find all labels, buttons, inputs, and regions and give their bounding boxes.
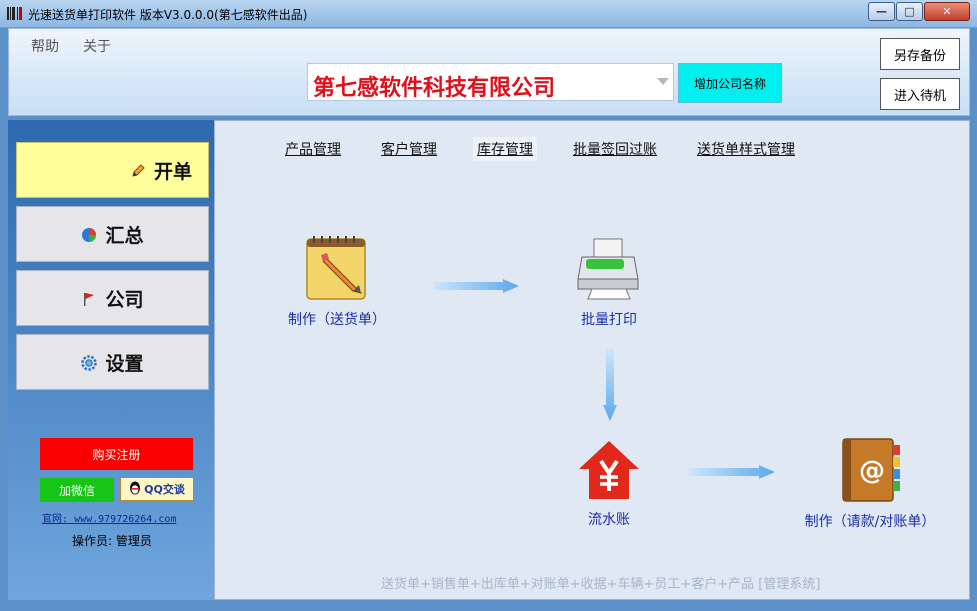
- buy-register-button[interactable]: 购买注册: [40, 438, 193, 470]
- sidebar-item-summary[interactable]: 汇总: [16, 206, 209, 262]
- app-barcode-icon: [7, 7, 23, 20]
- notepad-pencil-icon: [306, 236, 366, 300]
- menu-help[interactable]: 帮助: [31, 36, 59, 56]
- title-bar: 光速送货单打印软件 版本V3.0.0.0(第七感软件出品) — □ ✕: [0, 0, 977, 28]
- flow-batch-print[interactable]: 批量打印: [559, 235, 659, 329]
- tab-customer-management[interactable]: 客户管理: [377, 137, 441, 161]
- address-book-icon: @: [842, 438, 900, 502]
- flag-icon: [81, 290, 97, 306]
- sidebar-item-label: 设置: [105, 352, 144, 375]
- save-backup-button[interactable]: 另存备份: [880, 38, 960, 70]
- window-title: 光速送货单打印软件 版本V3.0.0.0(第七感软件出品): [28, 8, 308, 22]
- arrow-down-icon: [603, 349, 617, 421]
- flow-make-delivery[interactable]: 制作（送货单）: [277, 235, 397, 329]
- menu-bar: 帮助 关于: [31, 36, 111, 56]
- operator-label: 操作员: 管理员: [72, 534, 152, 548]
- house-yen-icon: [579, 441, 639, 499]
- website-label: 官网:: [42, 514, 69, 525]
- flow-ledger-label: 流水账: [588, 512, 630, 528]
- flow-batch-print-label: 批量打印: [581, 312, 637, 328]
- tab-batch-signback[interactable]: 批量签回过账: [569, 137, 661, 161]
- pie-chart-icon: [81, 226, 97, 242]
- company-name-value: 第七感软件科技有限公司: [313, 76, 556, 101]
- flow-make-delivery-label: 制作（送货单）: [288, 312, 386, 328]
- main-panel: 产品管理 客户管理 库存管理 批量签回过账 送货单样式管理 制作（送货单） 批量…: [214, 120, 970, 600]
- pencil-icon: [130, 162, 146, 178]
- flow-make-invoice-label: 制作（请款/对账单）: [804, 514, 936, 530]
- website-link[interactable]: 官网: www.979726264.com: [42, 510, 176, 525]
- maximize-button[interactable]: □: [896, 2, 923, 21]
- qq-chat-label: QQ交谈: [144, 483, 185, 496]
- sidebar-item-label: 公司: [105, 288, 144, 311]
- qq-chat-button[interactable]: QQ交谈: [120, 477, 194, 501]
- add-company-button[interactable]: 增加公司名称: [678, 63, 782, 103]
- header-band: 帮助 关于 第七感软件科技有限公司 增加公司名称 另存备份 进入待机: [8, 28, 970, 116]
- minimize-button[interactable]: —: [868, 2, 895, 21]
- sidebar-item-label: 汇总: [105, 224, 144, 247]
- qq-penguin-icon: [129, 481, 141, 498]
- add-wechat-button[interactable]: 加微信: [40, 478, 114, 502]
- sidebar-item-label: 开单: [153, 160, 192, 183]
- sidebar-item-settings[interactable]: 设置: [16, 334, 209, 390]
- chevron-down-icon[interactable]: [657, 78, 669, 85]
- menu-about[interactable]: 关于: [83, 36, 111, 56]
- close-button[interactable]: ✕: [924, 2, 970, 21]
- standby-button[interactable]: 进入待机: [880, 78, 960, 110]
- arrow-right-icon: [689, 465, 775, 479]
- gear-icon: [81, 354, 98, 371]
- tab-delivery-style-management[interactable]: 送货单样式管理: [693, 137, 799, 161]
- arrow-right-icon: [433, 279, 519, 293]
- website-url: www.979726264.com: [74, 514, 177, 525]
- sidebar-item-company[interactable]: 公司: [16, 270, 209, 326]
- svg-text:@: @: [859, 456, 885, 486]
- top-nav: 产品管理 客户管理 库存管理 批量签回过账 送货单样式管理: [281, 137, 799, 161]
- sidebar: 开单 汇总 公司 设置 购买注册 加微信 QQ交谈 官网: www.979726…: [8, 120, 214, 600]
- company-select[interactable]: 第七感软件科技有限公司: [307, 63, 674, 101]
- footer-description: 送货单+销售单+出库单+对账单+收据+车辆+员工+客户+产品 [管理系统]: [381, 577, 821, 592]
- tab-inventory-management[interactable]: 库存管理: [473, 137, 537, 161]
- printer-icon: [577, 238, 639, 300]
- tab-product-management[interactable]: 产品管理: [281, 137, 345, 161]
- flow-ledger[interactable]: 流水账: [559, 439, 659, 529]
- flow-make-invoice[interactable]: @ 制作（请款/对账单）: [785, 437, 955, 531]
- sidebar-item-order[interactable]: 开单: [16, 142, 209, 198]
